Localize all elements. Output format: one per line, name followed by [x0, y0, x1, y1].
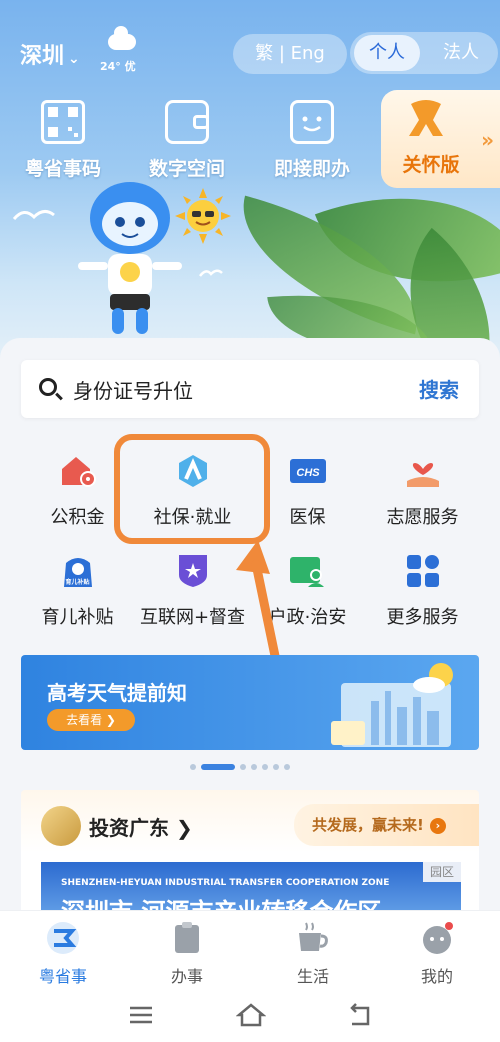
service-more[interactable]: 更多服务 — [360, 553, 485, 629]
tab-label: 我的 — [420, 967, 453, 986]
tab-services[interactable]: 办事 — [147, 921, 227, 987]
invest-feature-image[interactable]: SHENZHEN-HEYUAN INDUSTRIAL TRANSFER COOP… — [41, 862, 461, 915]
carousel-dot[interactable] — [251, 764, 257, 770]
chat-icon — [290, 100, 334, 144]
childcare-badge-text: 育儿补贴 — [65, 579, 90, 586]
menu-icon[interactable] — [126, 1000, 156, 1030]
childcare-subsidy-icon: 育儿补贴 — [60, 553, 96, 589]
house-fund-icon — [60, 453, 96, 489]
role-switch: 个人 法人 — [350, 32, 498, 74]
quick-action-digital-space[interactable]: 数字空间 — [132, 100, 242, 181]
service-label: 育儿补贴 — [41, 607, 114, 628]
search-bar[interactable]: 身份证号升位 搜索 — [21, 360, 479, 418]
invest-logo-icon — [41, 806, 81, 846]
wallet-icon — [165, 100, 209, 144]
role-business-button[interactable]: 法人 — [428, 35, 494, 71]
quick-action-label: 粤省事码 — [24, 158, 101, 180]
care-mode-label: 关怀版 — [402, 154, 460, 176]
chevron-right-icon: » — [481, 128, 494, 152]
search-icon — [39, 378, 57, 396]
quick-action-health-code[interactable]: 粤省事码 — [8, 100, 118, 181]
quick-action-label: 即接即办 — [273, 158, 350, 180]
robot-mascot-illustration — [78, 182, 182, 334]
bottom-tab-bar: 粤省事 办事 生活 我的 — [0, 910, 500, 990]
carousel-dot[interactable] — [262, 764, 268, 770]
shield-star-icon — [175, 553, 211, 589]
invest-slogan[interactable]: 共发展，赢未来! › — [294, 804, 479, 846]
tab-home[interactable]: 粤省事 — [23, 921, 103, 987]
home-icon[interactable] — [236, 1000, 266, 1030]
tab-label: 粤省事 — [38, 967, 87, 986]
chevron-down-icon: ⌄ — [68, 51, 80, 67]
clipboard-icon — [170, 921, 204, 955]
care-mode-button[interactable]: 关怀版 » — [381, 90, 500, 188]
search-input[interactable]: 身份证号升位 — [73, 375, 193, 404]
ribbon-icon — [409, 100, 443, 136]
qr-code-icon — [41, 100, 85, 144]
service-label: 志愿服务 — [386, 507, 459, 528]
chs-icon: CHS — [289, 453, 326, 489]
city-selector[interactable]: 深圳 ⌄ — [20, 38, 80, 70]
tab-label: 办事 — [170, 967, 203, 986]
weather-text: 24° 优 — [100, 60, 136, 73]
highlight-box-annotation — [114, 434, 270, 544]
invest-title[interactable]: 投资广东 ❯ — [89, 812, 193, 841]
invest-guangdong-card[interactable]: 投资广东 ❯ 共发展，赢未来! › SHENZHEN-HEYUAN INDUSTR… — [21, 790, 479, 915]
tab-label: 生活 — [296, 967, 329, 986]
back-icon[interactable] — [346, 1000, 376, 1030]
tab-profile[interactable]: 我的 — [397, 921, 477, 987]
banner-title: 高考天气提前知 — [47, 681, 187, 705]
gaokao-weather-banner[interactable]: 高考天气提前知 去看看 ❯ — [21, 655, 479, 750]
service-childcare-subsidy[interactable]: 育儿补贴 育儿补贴 — [15, 553, 140, 629]
seagull-decoration — [199, 269, 223, 277]
coffee-cup-icon — [296, 921, 330, 955]
svg-text:CHS: CHS — [296, 467, 320, 479]
carousel-dot-active[interactable] — [201, 764, 235, 770]
slogan-text: 共发展，赢未来! — [312, 816, 424, 834]
cloud-icon — [108, 26, 136, 50]
quick-action-label: 数字空间 — [148, 158, 225, 180]
weather-widget[interactable]: 24° 优 — [98, 26, 148, 76]
hero-banner: 深圳 ⌄ 24° 优 繁 | Eng 个人 法人 粤省事码 数字空间 即接即办 关… — [0, 0, 500, 380]
carousel-dot[interactable] — [273, 764, 279, 770]
carousel-dot[interactable] — [284, 764, 290, 770]
park-tag: 园区 — [423, 862, 461, 882]
volunteer-heart-icon — [405, 453, 441, 489]
profile-icon — [420, 921, 454, 955]
system-navigation-bar — [0, 990, 500, 1042]
service-volunteer[interactable]: 志愿服务 — [360, 453, 485, 529]
feature-image-english-title: SHENZHEN-HEYUAN INDUSTRIAL TRANSFER COOP… — [61, 878, 390, 888]
grid-icon — [405, 553, 441, 589]
carousel-indicator — [190, 764, 295, 770]
tab-life[interactable]: 生活 — [273, 921, 353, 987]
quick-action-instant-service[interactable]: 即接即办 — [257, 100, 367, 181]
home-brand-icon — [46, 921, 80, 955]
carousel-dot[interactable] — [190, 764, 196, 770]
seagull-decoration — [12, 210, 55, 221]
carousel-dot[interactable] — [240, 764, 246, 770]
search-button[interactable]: 搜索 — [419, 374, 459, 403]
role-personal-button[interactable]: 个人 — [354, 35, 420, 71]
city-skyline-illustration — [331, 663, 453, 747]
chevron-right-icon: › — [429, 817, 446, 834]
city-name: 深圳 — [20, 44, 65, 69]
language-toggle[interactable]: 繁 | Eng — [233, 34, 347, 74]
banner-go-button[interactable]: 去看看 ❯ — [47, 709, 135, 731]
service-label: 更多服务 — [386, 607, 459, 628]
